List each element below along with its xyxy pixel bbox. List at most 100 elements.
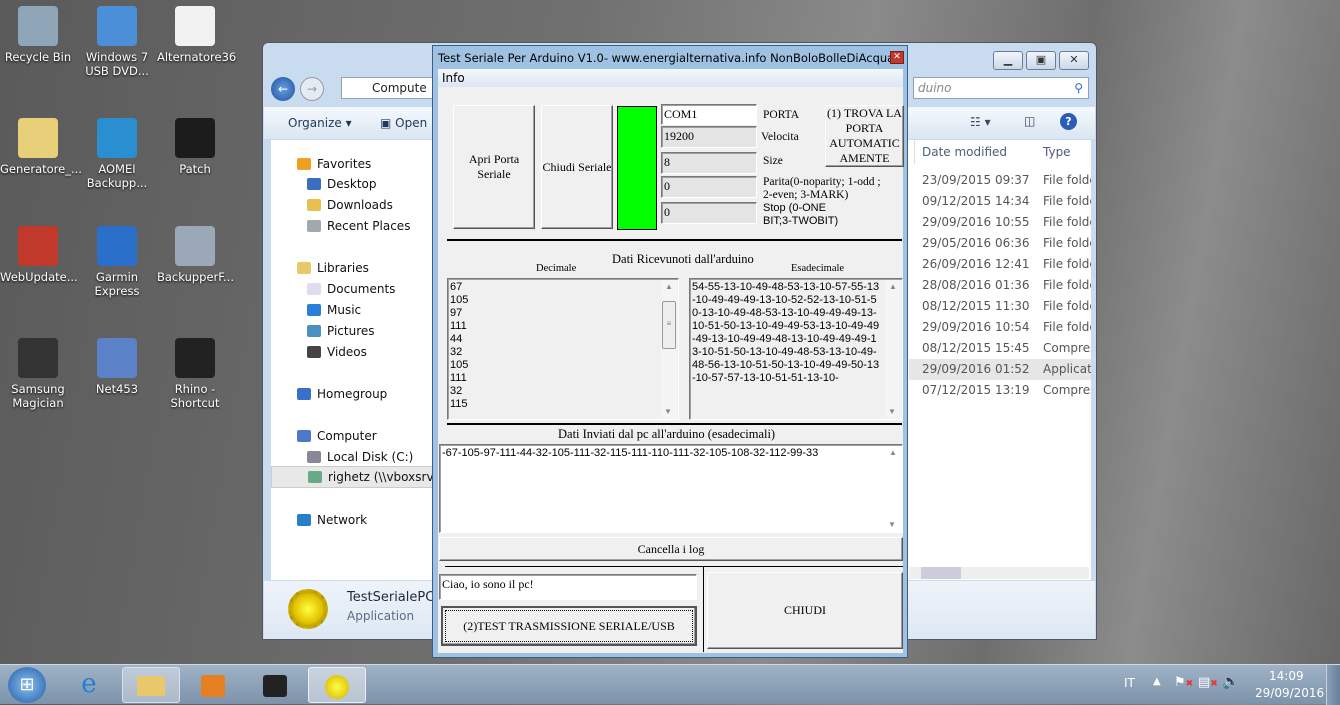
desktop-icon[interactable]: BackupperF... bbox=[157, 226, 234, 284]
show-desktop-button[interactable] bbox=[1326, 665, 1340, 705]
nav-item-downloads[interactable]: Downloads bbox=[307, 198, 393, 212]
chiudi-button[interactable]: CHIUDI bbox=[707, 572, 903, 649]
parity-field[interactable]: 0 bbox=[661, 176, 757, 198]
action-center-icon[interactable]: ⚑✖ bbox=[1174, 675, 1193, 690]
clock-date[interactable]: 29/09/2016 bbox=[1255, 686, 1324, 700]
desktop-icon[interactable]: Recycle Bin bbox=[0, 6, 76, 64]
close-button[interactable]: ✕ bbox=[1059, 51, 1089, 70]
forward-button[interactable]: → bbox=[300, 77, 324, 101]
horizontal-scrollbar[interactable] bbox=[909, 567, 1089, 579]
minimize-button[interactable]: ▁ bbox=[993, 51, 1023, 70]
start-button[interactable]: ⊞ bbox=[8, 667, 46, 703]
decimal-list-item[interactable]: 44 bbox=[450, 333, 676, 346]
nav-item-pictures[interactable]: Pictures bbox=[307, 324, 375, 338]
nav-item-desktop[interactable]: Desktop bbox=[307, 177, 377, 191]
views-icon[interactable]: ☷ ▾ bbox=[970, 115, 991, 129]
desktop-icon[interactable]: Garmin Express bbox=[79, 226, 155, 298]
file-row[interactable]: 08/12/2015 15:45 Compres bbox=[909, 338, 1091, 359]
size-field[interactable]: 8 bbox=[661, 152, 757, 174]
desktop-icon[interactable]: Rhino - Shortcut bbox=[157, 338, 233, 410]
test-seriale-taskbar-button[interactable] bbox=[308, 667, 366, 703]
desktop-icon[interactable]: Samsung Magician bbox=[0, 338, 76, 410]
preview-pane-icon[interactable]: ◫ bbox=[1024, 114, 1035, 128]
row-type: File folde bbox=[1043, 299, 1091, 313]
nav-item-recent[interactable]: Recent Places bbox=[307, 219, 410, 233]
test-transmission-button[interactable]: (2)TEST TRASMISSIONE SERIALE/USB bbox=[441, 606, 697, 646]
back-button[interactable]: ← bbox=[271, 77, 295, 101]
desktop-icon[interactable]: Patch bbox=[157, 118, 233, 176]
explorer-taskbar-button[interactable] bbox=[122, 667, 180, 703]
file-row[interactable]: 29/09/2016 10:54 File folde bbox=[909, 317, 1091, 338]
message-input[interactable]: Ciao, io sono il pc! bbox=[439, 574, 697, 600]
file-row[interactable]: 29/09/2016 01:52 Applicati bbox=[909, 359, 1091, 380]
file-row[interactable]: 23/09/2015 09:37 File folde bbox=[909, 170, 1091, 191]
decimal-list-item[interactable]: 105 bbox=[450, 359, 676, 372]
nav-item-local-disk[interactable]: Local Disk (C:) bbox=[307, 450, 413, 464]
desktop-icon[interactable]: Alternatore36 bbox=[157, 6, 236, 64]
organize-button[interactable]: Organize ▾ bbox=[288, 116, 352, 130]
clock-time[interactable]: 14:09 bbox=[1269, 669, 1304, 683]
nav-item-favorites[interactable]: Favorites bbox=[297, 157, 371, 171]
media-player-icon[interactable] bbox=[184, 667, 242, 703]
decimal-list-item[interactable]: 32 bbox=[450, 385, 676, 398]
speed-field[interactable]: 19200 bbox=[661, 126, 757, 148]
decimal-list[interactable]: ▲ ≡ ▼ 67 105 97 111 44 32 105 111 32 115 bbox=[447, 278, 679, 420]
desktop-icon[interactable]: Generatore_... bbox=[0, 118, 82, 176]
decimal-list-item[interactable]: 67 bbox=[450, 281, 676, 294]
network-icon[interactable]: ▤✖ bbox=[1198, 675, 1218, 690]
desktop-icon-label: Net453 bbox=[95, 382, 139, 396]
hex-textarea[interactable]: 54-55-13-10-49-48-53-13-10-57-55-13-10-4… bbox=[689, 278, 903, 420]
decimal-scrollbar[interactable]: ▲ ≡ ▼ bbox=[661, 280, 677, 418]
language-indicator[interactable]: IT bbox=[1124, 676, 1135, 690]
file-row[interactable]: 08/12/2015 11:30 File folde bbox=[909, 296, 1091, 317]
menu-info[interactable]: Info bbox=[442, 71, 465, 85]
nav-item-music[interactable]: Music bbox=[307, 303, 361, 317]
desktop-icon-label: WebUpdate... bbox=[0, 270, 78, 284]
nav-item-libraries[interactable]: Libraries bbox=[297, 261, 369, 275]
nav-item-share[interactable]: righetz (\\vboxsrv) (E: bbox=[271, 466, 458, 488]
open-port-button[interactable]: Apri Porta Seriale bbox=[453, 105, 535, 229]
sent-textarea[interactable]: -67-105-97-111-44-32-105-111-32-115-111-… bbox=[439, 444, 903, 533]
nav-item-homegroup[interactable]: Homegroup bbox=[297, 387, 387, 401]
nav-item-computer[interactable]: Computer bbox=[297, 429, 377, 443]
desktop-icon-label: Recycle Bin bbox=[4, 50, 72, 64]
desktop-icon[interactable]: Net453 bbox=[79, 338, 155, 396]
file-row[interactable]: 29/05/2016 06:36 File folde bbox=[909, 233, 1091, 254]
help-icon[interactable]: ? bbox=[1060, 113, 1077, 130]
desktop-icon[interactable]: WebUpdate... bbox=[0, 226, 78, 284]
file-row[interactable]: 28/08/2016 01:36 File folde bbox=[909, 275, 1091, 296]
close-serial-button[interactable]: Chiudi Seriale bbox=[541, 105, 613, 229]
decimal-list-item[interactable]: 115 bbox=[450, 398, 676, 411]
nav-item-documents[interactable]: Documents bbox=[307, 282, 395, 296]
decimal-list-item[interactable]: 111 bbox=[450, 372, 676, 385]
volume-icon[interactable]: 🔈 bbox=[1222, 674, 1239, 690]
desktop-icon[interactable]: Windows 7 USB DVD... bbox=[79, 6, 155, 78]
search-input[interactable]: duino ⚲ bbox=[913, 77, 1089, 99]
column-date-modified[interactable]: Date modified bbox=[922, 145, 1007, 159]
decimal-list-item[interactable]: 97 bbox=[450, 307, 676, 320]
stop-field[interactable]: 0 bbox=[661, 202, 757, 224]
documents-icon bbox=[307, 283, 321, 295]
clear-log-button[interactable]: Cancella i log bbox=[439, 537, 903, 561]
file-row[interactable]: 29/09/2016 10:55 File folde bbox=[909, 212, 1091, 233]
file-row[interactable]: 07/12/2015 13:19 Compres bbox=[909, 380, 1091, 401]
internet-explorer-icon[interactable]: e bbox=[60, 667, 118, 703]
sent-scrollbar[interactable]: ▲ ▼ bbox=[885, 446, 901, 531]
nav-item-network[interactable]: Network bbox=[297, 513, 367, 527]
nav-item-videos[interactable]: Videos bbox=[307, 345, 367, 359]
file-row[interactable]: 26/09/2016 12:41 File folde bbox=[909, 254, 1091, 275]
decimal-list-item[interactable]: 111 bbox=[450, 320, 676, 333]
decimal-list-item[interactable]: 32 bbox=[450, 346, 676, 359]
find-port-button[interactable]: (1) TROVA LA PORTA AUTOMATIC AMENTE bbox=[825, 105, 904, 167]
dialog-close-icon[interactable]: ✕ bbox=[890, 51, 904, 64]
file-row[interactable]: 09/12/2015 14:34 File folde bbox=[909, 191, 1091, 212]
hex-scrollbar[interactable]: ▲ ▼ bbox=[885, 280, 901, 418]
show-hidden-icons[interactable]: ▲ bbox=[1153, 676, 1161, 687]
port-field[interactable]: COM1 bbox=[661, 104, 757, 125]
column-type[interactable]: Type bbox=[1043, 145, 1071, 159]
desktop-icon[interactable]: AOMEI Backupp... bbox=[79, 118, 155, 190]
decimal-list-item[interactable]: 105 bbox=[450, 294, 676, 307]
maximize-button[interactable]: ▣ bbox=[1026, 51, 1056, 70]
rhino-icon[interactable] bbox=[246, 667, 304, 703]
open-button[interactable]: ▣ Open bbox=[380, 116, 427, 130]
